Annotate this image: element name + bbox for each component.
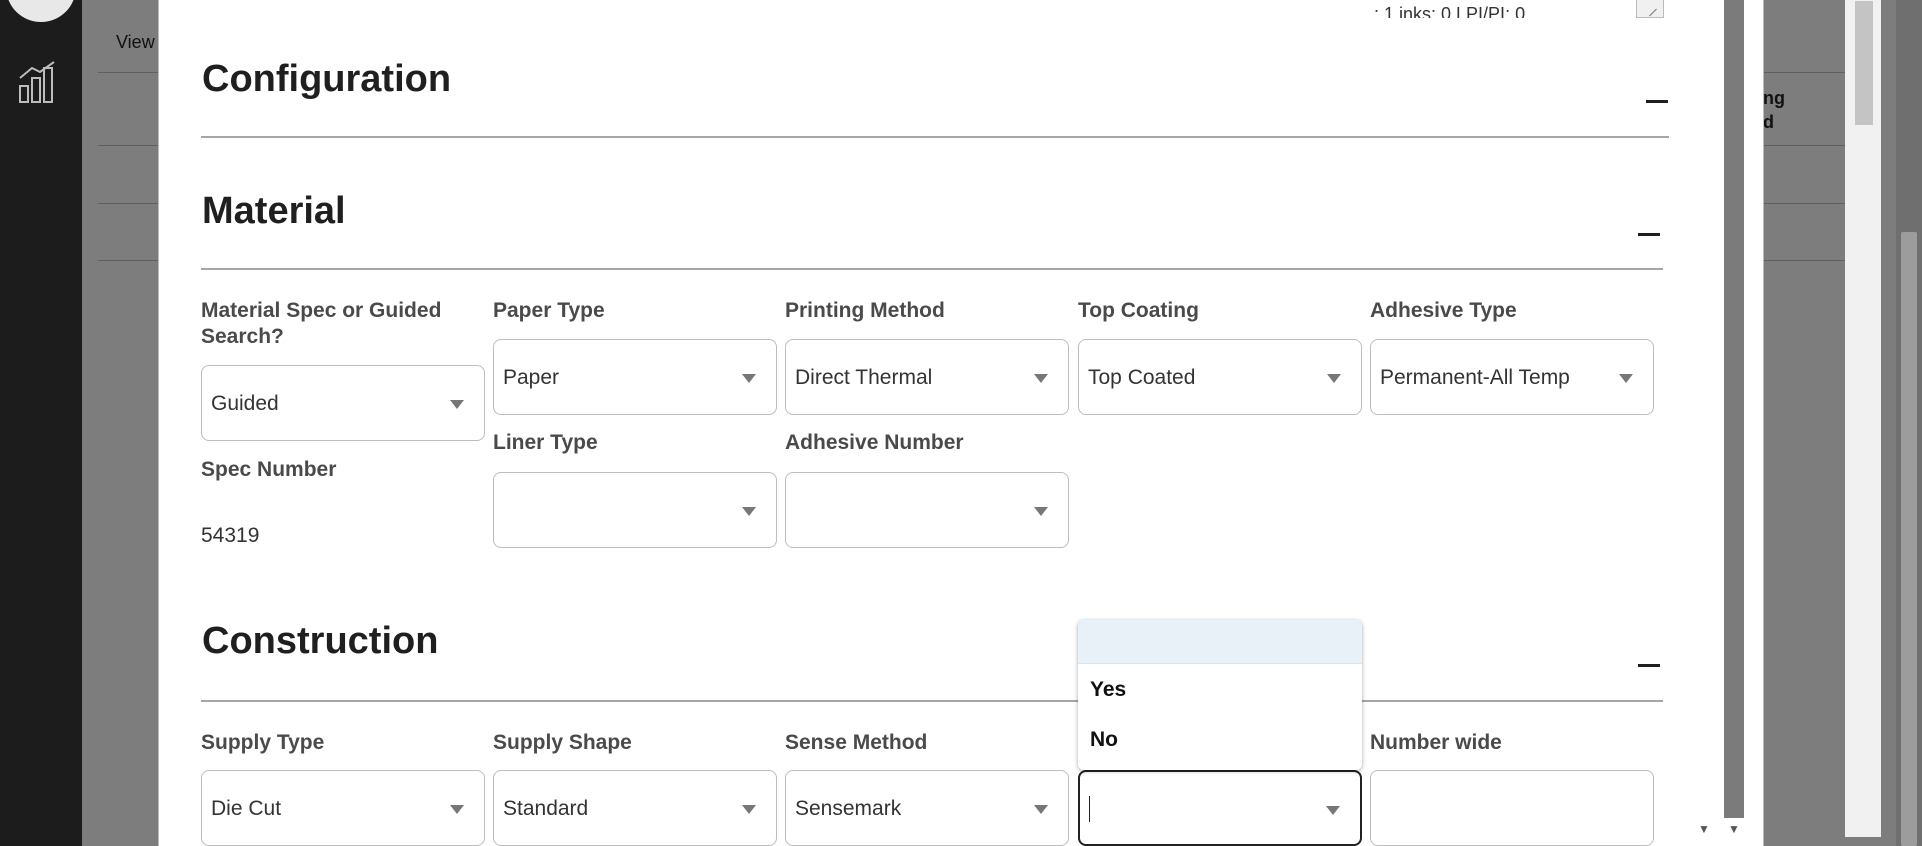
material-spec-label: Material Spec or Guided Search? [201,299,442,348]
section-divider [201,268,1663,270]
yes-no-dropdown-menu: Yes No [1078,620,1362,770]
section-title-material: Material [202,190,346,232]
textarea-resize-handle[interactable] [1636,0,1664,18]
chevron-down-icon [742,507,756,516]
dropdown-option-yes[interactable]: Yes [1078,664,1362,714]
chevron-down-icon [742,805,756,814]
supply-shape-label: Supply Shape [493,731,632,754]
supply-type-label: Supply Type [201,731,325,754]
material-spec-select[interactable]: Guided [201,365,485,441]
paper-type-label: Paper Type [493,299,605,322]
top-coating-select[interactable]: Top Coated [1078,339,1362,415]
chevron-down-icon [1034,374,1048,383]
spec-number-label: Spec Number [201,458,337,481]
printing-method-label: Printing Method [785,299,945,322]
left-sidebar [0,0,82,846]
chevron-down-icon [450,805,464,814]
view-link[interactable]: View [116,32,155,53]
section-divider [201,700,1663,702]
top-coating-label: Top Coating [1078,299,1199,322]
adhesive-type-label: Adhesive Type [1370,299,1517,322]
analytics-chart-icon[interactable] [18,60,58,104]
chevron-down-icon [1034,805,1048,814]
chevron-down-icon [742,374,756,383]
chevron-down-icon [1326,806,1340,815]
liner-type-select[interactable] [493,472,777,548]
modal-scrollbar[interactable] [1845,0,1881,837]
app-logo[interactable] [6,0,76,22]
notes-text: : 1 inks: 0 LPI/PI: 0 [1374,4,1526,18]
dropdown-option-no[interactable]: No [1078,714,1362,764]
number-wide-label: Number wide [1370,731,1502,754]
section-title-construction: Construction [202,620,439,662]
adhesive-number-label: Adhesive Number [785,431,964,454]
text-cursor [1089,796,1090,822]
modal-scrollbar-thumb[interactable] [1855,1,1873,125]
number-wide-input[interactable] [1370,770,1654,846]
liner-type-label: Liner Type [493,431,598,454]
chevron-down-icon [1619,374,1633,383]
scroll-down-arrow-icon[interactable]: ▼ [1728,822,1740,836]
chevron-down-icon [1327,374,1341,383]
supply-type-select[interactable]: Die Cut [201,770,485,846]
chevron-down-icon [450,400,464,409]
scroll-down-arrow-icon[interactable]: ▼ [1698,822,1710,836]
chevron-down-icon [1034,507,1048,516]
outer-scroll-track[interactable] [1724,0,1744,818]
section-title-configuration: Configuration [202,58,452,100]
collapse-material-icon[interactable] [1638,233,1660,236]
adhesive-type-select[interactable]: Permanent-All Temp [1370,339,1654,415]
section-divider [201,136,1669,138]
paper-type-select[interactable]: Paper [493,339,777,415]
dropdown-option-empty[interactable] [1078,620,1362,664]
collapse-configuration-icon[interactable] [1646,100,1668,103]
yes-no-select[interactable] [1078,770,1362,846]
sense-method-select[interactable]: Sensemark [785,770,1069,846]
adhesive-number-select[interactable] [785,472,1069,548]
collapse-construction-icon[interactable] [1638,664,1660,667]
printing-method-select[interactable]: Direct Thermal [785,339,1069,415]
page-scrollbar-thumb[interactable] [1901,232,1917,846]
spec-number-value: 54319 [201,524,260,547]
supply-shape-select[interactable]: Standard [493,770,777,846]
sense-method-label: Sense Method [785,731,928,754]
